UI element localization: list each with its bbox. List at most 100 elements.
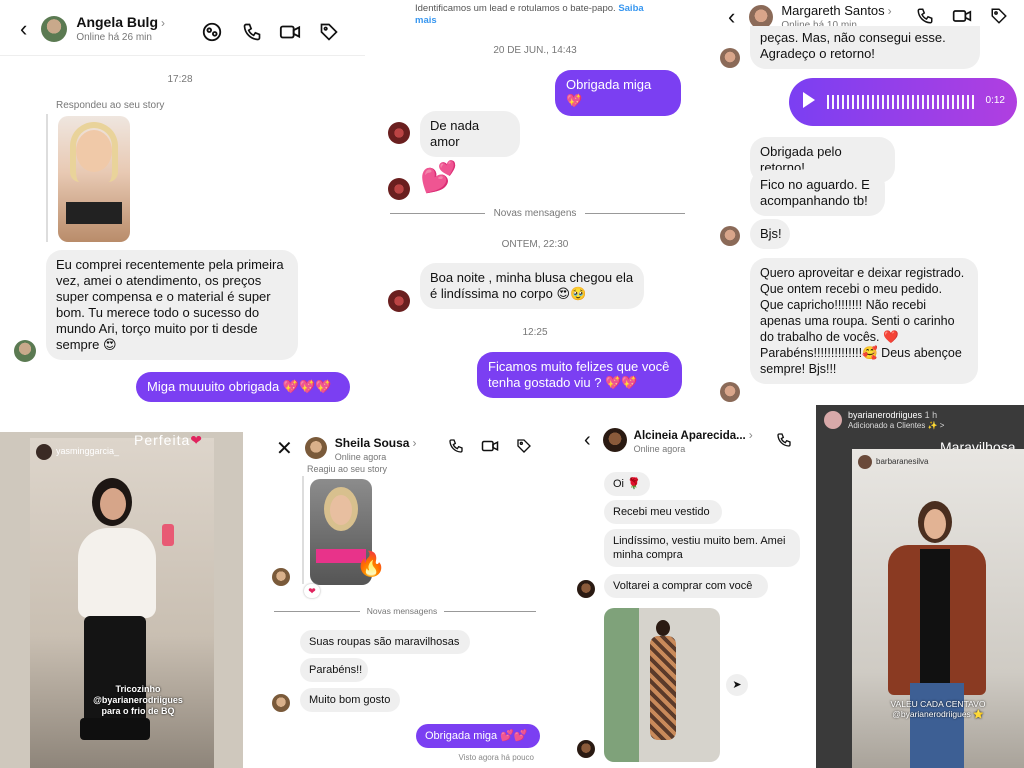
chat-panel-sheila: ✕ Sheila Sousa › Online agora Reagiu ao s… [260, 422, 556, 768]
chat-panel-lead: Identificamos um lead e rotulamos o bate… [365, 0, 708, 410]
story-username[interactable]: byarianerodriigues 1 h [848, 410, 937, 420]
message-bubble-in: Muito bom gosto [300, 688, 400, 712]
timestamp: 12:25 [522, 327, 548, 338]
link-icon[interactable] [200, 20, 224, 44]
banner-text: Identificamos um lead e rotulamos o bate… [415, 3, 616, 14]
story-username[interactable]: yasminggarcia_ [56, 446, 119, 456]
message-bubble-out: Obrigada miga 💕💕 [416, 724, 540, 748]
story-photo[interactable] [30, 438, 214, 768]
phone-icon[interactable] [240, 20, 264, 44]
caption-line: @byarianerodriigues ⭐ [892, 709, 984, 719]
avatar [388, 178, 410, 200]
message-bubble-in: Fico no aguardo. E acompanhando tb! [750, 170, 885, 216]
avatar[interactable] [749, 4, 774, 29]
caption-line: Tricozinho @byarianerodriigues [93, 684, 183, 705]
message-bubble-in: Recebi meu vestido [604, 500, 722, 524]
header-divider [0, 55, 365, 56]
added-to-list[interactable]: Adicionado a Clientes ✨ > [848, 421, 944, 430]
play-icon[interactable] [803, 92, 815, 108]
video-call-icon[interactable] [480, 436, 500, 456]
avatar[interactable] [304, 437, 327, 459]
video-call-icon[interactable] [278, 20, 302, 44]
contact-name[interactable]: Angela Bulg [76, 14, 158, 30]
avatar [577, 580, 595, 598]
avatar [14, 340, 36, 362]
story-reply-label: Reagiu ao seu story [307, 464, 388, 474]
new-messages-divider [585, 213, 685, 214]
message-bubble-in: Bjs! [750, 219, 790, 249]
new-messages-divider [274, 611, 360, 612]
message-bubble-out: Ficamos muito felizes que você tenha gos… [477, 352, 682, 398]
seen-status: Visto agora há pouco [458, 753, 534, 762]
story-title-text: Perfeita [134, 432, 191, 448]
message-bubble-in: Lindíssimo, vestiu muito bem. Amei minha… [604, 529, 800, 567]
emoji-message: 💕 [420, 161, 458, 194]
avatar [388, 290, 410, 312]
message-bubble-in: Quero aproveitar e deixar registrado. Qu… [750, 258, 978, 384]
close-icon[interactable]: ✕ [276, 436, 293, 461]
avatar [577, 740, 595, 758]
timestamp: 17:28 [167, 74, 193, 85]
message-bubble-in: Eu comprei recentemente pela primeira ve… [46, 250, 298, 360]
contact-name[interactable]: Sheila Sousa [335, 436, 410, 450]
avatar[interactable] [602, 428, 627, 452]
video-call-icon[interactable] [951, 5, 973, 27]
tag-icon[interactable] [514, 436, 534, 456]
message-bubble-in: Oi 🌹 [604, 472, 650, 496]
contact-name[interactable]: Alcineia Aparecida... [634, 430, 746, 442]
story-caption: Tricozinho @byarianerodriigues para o fr… [78, 684, 198, 717]
story-thumbnail[interactable] [58, 116, 130, 242]
online-status: Online agora [334, 452, 387, 462]
username-text[interactable]: byarianerodriigues [848, 410, 922, 420]
chevron-right-icon: › [887, 4, 892, 18]
inner-username: barbaranesilva [876, 457, 929, 466]
message-bubble-in: Boa noite , minha blusa chegou ela é lin… [420, 263, 644, 309]
story-panel-yasmin: yasminggarcia_ Perfeita❤ Tricozinho @bya… [0, 432, 243, 768]
story-reply-label: Respondeu ao seu story [56, 100, 165, 111]
story-caption: VALEU CADA CENTAVO @byarianerodriigues ⭐ [856, 699, 1020, 719]
chevron-right-icon: › [161, 16, 165, 30]
avatar [858, 455, 872, 469]
back-arrow-icon[interactable]: ‹ [584, 429, 591, 452]
avatar [272, 694, 290, 712]
avatar [388, 122, 410, 144]
avatar [824, 411, 842, 429]
shared-photo[interactable] [604, 608, 720, 762]
avatar [36, 444, 52, 460]
message-bubble-out: Miga muuuito obrigada 💖💖💖 [136, 372, 350, 402]
reaction-emoji: 🔥 [356, 551, 386, 578]
share-icon[interactable]: ➤ [726, 674, 748, 696]
story-time: 1 h [924, 410, 938, 420]
avatar [720, 382, 740, 402]
audio-message[interactable]: 0:12 [789, 78, 1017, 126]
online-status: Online há 26 min [76, 32, 152, 43]
new-messages-label: Novas mensagens [493, 208, 577, 219]
message-bubble-in: Voltarei a comprar com você [604, 574, 768, 598]
tag-icon[interactable] [988, 5, 1010, 27]
phone-icon[interactable] [774, 430, 794, 450]
back-arrow-icon[interactable]: ‹ [20, 16, 27, 42]
message-bubble-in: Suas roupas são maravilhosas [300, 630, 470, 654]
message-bubble-in: peças. Mas, não consegui esse. Agradeço … [750, 26, 980, 69]
reply-bar [302, 476, 304, 584]
audio-duration: 0:12 [985, 95, 1005, 106]
contact-name[interactable]: Margareth Santos [781, 3, 884, 18]
avatar[interactable] [41, 15, 68, 42]
date-separator: ONTEM, 22:30 [501, 239, 569, 250]
heart-icon: ❤ [190, 432, 203, 448]
back-arrow-icon[interactable]: ‹ [728, 4, 735, 30]
heart-reaction-icon: ❤ [304, 584, 320, 598]
tag-icon[interactable] [317, 20, 341, 44]
story-photo[interactable] [852, 449, 1024, 768]
phone-icon[interactable] [446, 436, 466, 456]
chevron-right-icon: › [748, 428, 753, 442]
reply-bar [46, 114, 48, 242]
chat-panel-alcineia: ‹ Alcineia Aparecida... › Online agora Oi… [570, 418, 816, 768]
message-bubble-in: Parabéns!! [300, 658, 368, 682]
new-messages-divider [444, 611, 536, 612]
phone-icon[interactable] [914, 5, 936, 27]
lead-banner: Identificamos um lead e rotulamos o bate… [415, 3, 655, 27]
avatar [720, 48, 740, 68]
avatar [272, 568, 290, 586]
story-title: Perfeita❤ [134, 432, 203, 449]
